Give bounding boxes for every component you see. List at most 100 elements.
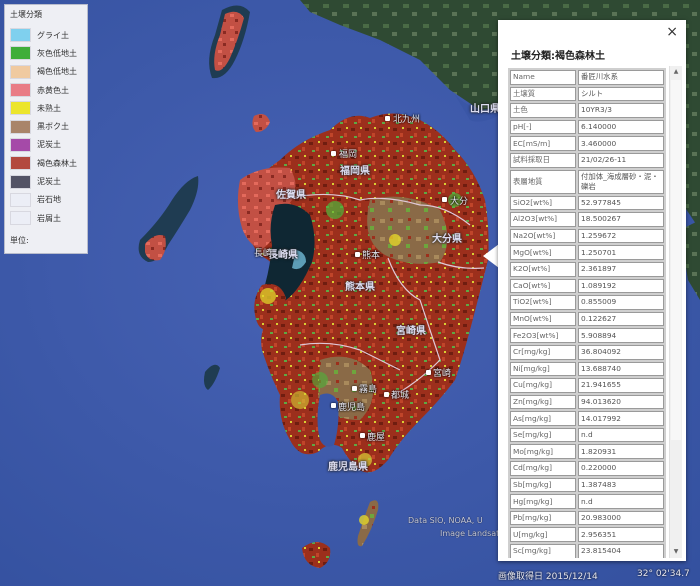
legend-swatch	[10, 211, 31, 226]
attribute-value: 1.089192	[578, 278, 664, 294]
table-row: MnO[wt%] 0.122627	[510, 311, 664, 327]
legend-swatch	[10, 64, 31, 79]
attribute-value: 23.815404	[578, 544, 664, 558]
legend-item: 泥炭土	[10, 136, 82, 154]
map-attribution-image: Image Landsat	[440, 529, 500, 538]
table-row: 表層地質 付加体_海成層砂・泥・礫岩	[510, 169, 664, 194]
table-row: Ni[mg/kg] 13.688740	[510, 361, 664, 377]
attribute-name: MnO[wt%]	[510, 311, 576, 327]
city-marker[interactable]	[426, 370, 431, 375]
city-marker[interactable]	[360, 433, 365, 438]
attribute-name: Zn[mg/kg]	[510, 394, 576, 410]
legend-label: 褐色森林土	[37, 158, 77, 168]
table-row: Na2O[wt%] 1.259672	[510, 228, 664, 244]
attribute-name: 表層地質	[510, 169, 576, 194]
attribute-value: 番匠川水系	[578, 70, 664, 85]
attribute-name: Se[mg/kg]	[510, 427, 576, 443]
scrollbar-thumb[interactable]	[671, 80, 681, 440]
table-row: Cd[mg/kg] 0.220000	[510, 461, 664, 476]
city-marker[interactable]	[384, 392, 389, 397]
yellow-patch	[359, 515, 369, 525]
attribute-name: Ni[mg/kg]	[510, 361, 576, 377]
attribute-value: 52.977845	[578, 195, 664, 211]
attribute-value: 1.250701	[578, 245, 664, 260]
city-marker[interactable]	[331, 403, 336, 408]
legend-label: 灰色低地土	[37, 48, 77, 58]
attribute-table-container[interactable]: Name 番匠川水系 土壌質 シルト 土色 10YR3/3 pH[-] 6.140000 EC[…	[508, 68, 666, 558]
attribute-value: 2.361897	[578, 261, 664, 277]
legend-label: 泥炭土	[37, 177, 61, 187]
city-marker[interactable]	[442, 197, 447, 202]
attribute-value: 付加体_海成層砂・泥・礫岩	[578, 169, 664, 194]
legend-swatch	[10, 83, 31, 98]
soil-legend: 土壌分類 グライ土 灰色低地土 褐色低地土 赤黄色土 未熟土 黒ボク土 泥炭土 褐色森林土 泥炭…	[4, 4, 88, 254]
table-row: pH[-] 6.140000	[510, 119, 664, 135]
city-marker[interactable]	[331, 151, 336, 156]
table-row: Se[mg/kg] n.d	[510, 427, 664, 443]
city-marker[interactable]	[352, 386, 357, 391]
attribute-value: 6.140000	[578, 119, 664, 135]
attribute-name: Sb[mg/kg]	[510, 477, 576, 493]
table-row: Cu[mg/kg] 21.941655	[510, 378, 664, 393]
attribute-name: Name	[510, 70, 576, 85]
legend-swatch	[10, 192, 31, 207]
legend-item: グライ土	[10, 26, 82, 44]
scroll-up-arrow-icon[interactable]: ▲	[670, 66, 682, 78]
attribute-table: Name 番匠川水系 土壌質 シルト 土色 10YR3/3 pH[-] 6.140000 EC[…	[508, 68, 666, 558]
attribute-value: 5.908894	[578, 328, 664, 343]
attribute-name: Mo[mg/kg]	[510, 444, 576, 460]
attribute-name: CaO[wt%]	[510, 278, 576, 294]
legend-item: 褐色低地土	[10, 63, 82, 81]
legend-label: 泥炭土	[37, 140, 61, 150]
close-icon[interactable]: ×	[666, 25, 678, 39]
feature-info-popup: × 土壌分類:褐色森林土 Name 番匠川水系 土壌質 シルト 土色 10YR3/3 pH[…	[498, 20, 686, 561]
table-row: 土色 10YR3/3	[510, 103, 664, 118]
attribute-value: 10YR3/3	[578, 103, 664, 118]
table-row: Cr[mg/kg] 36.804092	[510, 344, 664, 360]
pref-label-nagasaki: 長崎県	[268, 250, 298, 261]
table-row: Sb[mg/kg] 1.387483	[510, 477, 664, 493]
attribute-name: SiO2[wt%]	[510, 195, 576, 211]
table-row: Name 番匠川水系	[510, 70, 664, 85]
table-row: As[mg/kg] 14.017992	[510, 411, 664, 426]
table-row: Sc[mg/kg] 23.815404	[510, 544, 664, 558]
city-label-kirishima: 霧島	[359, 385, 378, 395]
attribute-name: TiO2[wt%]	[510, 295, 576, 310]
table-row: CaO[wt%] 1.089192	[510, 278, 664, 294]
attribute-value: 94.013620	[578, 394, 664, 410]
city-label-nagasaki: 長崎	[254, 249, 273, 259]
attribute-value: 21.941655	[578, 378, 664, 393]
legend-label: グライ土	[37, 30, 69, 40]
table-row: 試料採取日 21/02/26-11	[510, 152, 664, 168]
table-row: U[mg/kg] 2.956351	[510, 527, 664, 543]
city-marker[interactable]	[355, 252, 360, 257]
legend-label: 黒ボク土	[37, 122, 69, 132]
coordinate-readout: 32° 02'34.7	[637, 569, 690, 579]
table-row: Zn[mg/kg] 94.013620	[510, 394, 664, 410]
green-patch	[326, 201, 344, 219]
attribute-value: 1.820931	[578, 444, 664, 460]
table-row: Mo[mg/kg] 1.820931	[510, 444, 664, 460]
pref-label-saga: 佐賀県	[276, 190, 306, 201]
table-row: MgO[wt%] 1.250701	[510, 245, 664, 260]
city-marker[interactable]	[385, 116, 390, 121]
legend-swatch	[10, 174, 31, 189]
legend-swatch	[10, 137, 31, 152]
attribute-name: K2O[wt%]	[510, 261, 576, 277]
pref-label-kumamoto: 熊本県	[345, 282, 375, 293]
attribute-name: EC[mS/m]	[510, 136, 576, 151]
city-label-miyazaki: 宮崎	[433, 369, 452, 379]
legend-item: 未熟土	[10, 99, 82, 117]
scroll-down-arrow-icon[interactable]: ▼	[670, 546, 682, 558]
table-row: TiO2[wt%] 0.855009	[510, 295, 664, 310]
legend-item: 泥炭土	[10, 172, 82, 190]
attribute-name: Cd[mg/kg]	[510, 461, 576, 476]
city-label-miyakonojo: 都城	[391, 391, 410, 401]
popup-pointer	[483, 244, 499, 268]
popup-title: 土壌分類:褐色森林土	[511, 51, 605, 62]
legend-item: 岩石地	[10, 191, 82, 209]
attribute-value: 2.956351	[578, 527, 664, 543]
popup-scrollbar[interactable]: ▲ ▼	[669, 66, 682, 558]
city-label-kanoya: 鹿屋	[367, 433, 386, 443]
attribute-name: Na2O[wt%]	[510, 228, 576, 244]
